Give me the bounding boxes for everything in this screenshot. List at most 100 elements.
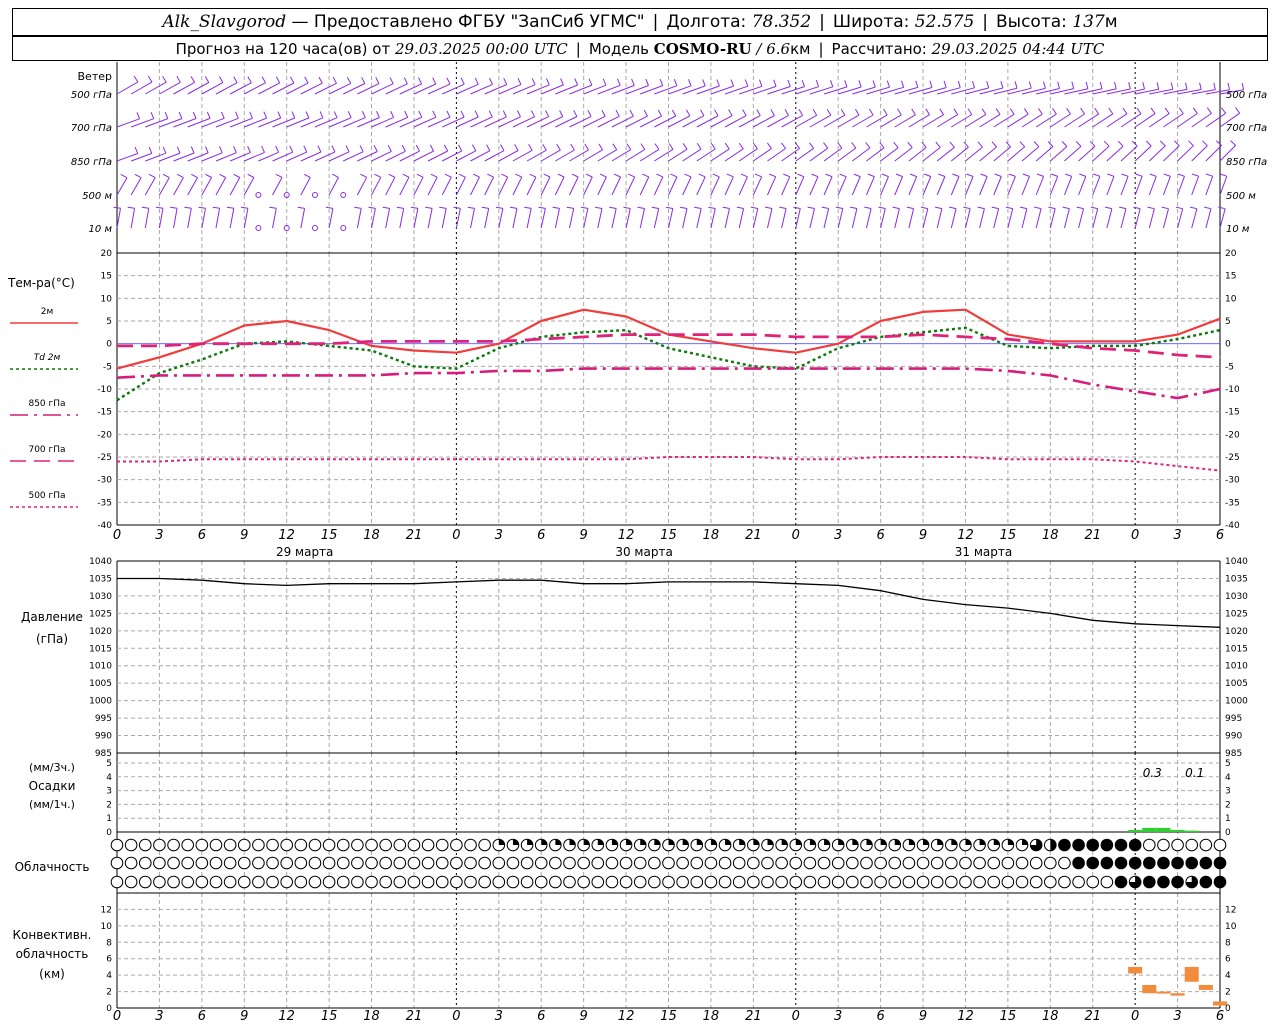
- cloud-circle: [520, 856, 534, 870]
- cloud-circle: [506, 875, 520, 889]
- wind-barb: [1021, 208, 1028, 229]
- wind-barb-feather: [673, 79, 678, 86]
- wind-barb: [1191, 176, 1200, 196]
- precip-label: 0.1: [1185, 766, 1204, 780]
- wind-barb-feather: [1161, 206, 1169, 210]
- time-tick-bottom: 9: [580, 1009, 588, 1024]
- wind-barb-feather: [277, 111, 282, 119]
- wind-barb: [554, 208, 560, 229]
- wind-barb: [795, 176, 805, 196]
- cloud-circle: [181, 838, 195, 852]
- wind-barb-feather: [389, 77, 394, 84]
- cloud-circle: [1171, 856, 1184, 870]
- wind-barb-feather: [396, 206, 404, 209]
- wind-barb: [1205, 208, 1212, 229]
- cloud-circle: [195, 856, 209, 870]
- wind-barb-feather: [680, 206, 688, 209]
- wind-barb-feather: [756, 109, 761, 116]
- cloud-circle: [237, 838, 251, 852]
- wind-barb-feather: [714, 109, 719, 117]
- wind-barb-feather: [938, 173, 946, 177]
- cloud-circle: [450, 838, 463, 852]
- wind-barb-feather: [155, 206, 164, 209]
- wind-barb: [753, 148, 772, 162]
- wind-barb: [484, 208, 490, 229]
- precip-bar: [1184, 830, 1199, 832]
- wind-barb-feather: [780, 142, 787, 149]
- wind-barb-feather: [588, 78, 593, 86]
- time-tick-bottom: 9: [919, 1009, 927, 1024]
- wind-barb-feather: [439, 206, 447, 209]
- wind-barb-feather: [388, 173, 396, 178]
- wind-barb-feather: [557, 173, 565, 178]
- wind-barb-feather: [702, 79, 706, 87]
- wind-barb-feather: [134, 173, 142, 179]
- wind-barb: [738, 176, 748, 196]
- wind-barb: [229, 117, 253, 128]
- precipitation-panel: [1128, 827, 1199, 832]
- wind-barb-feather: [728, 109, 733, 116]
- wind-barb-feather: [148, 146, 153, 154]
- wind-barb-feather: [665, 206, 673, 209]
- wind-barb: [441, 208, 447, 229]
- cloud-circle: [506, 856, 520, 870]
- conv-title-1: Конвективн.: [13, 928, 92, 942]
- wind-barb: [1163, 145, 1180, 162]
- wind-barb-feather: [671, 109, 677, 117]
- wind-barb-feather: [994, 173, 1002, 177]
- conv-ytick-left: 2: [106, 988, 112, 998]
- cloud-circle: [1157, 838, 1170, 852]
- wind-barb-feather: [645, 78, 649, 86]
- wind-barb-feather: [811, 173, 819, 178]
- cloud-circle: [492, 856, 506, 870]
- temp-ytick-right: -30: [1225, 476, 1240, 486]
- wind-barb: [865, 208, 872, 229]
- wind-barb: [130, 118, 154, 128]
- time-tick: 6: [198, 528, 206, 543]
- wind-barb-feather: [1117, 140, 1124, 147]
- time-tick: 21: [1084, 528, 1101, 543]
- precip-title: Осадки: [29, 779, 76, 793]
- wind-barb-feather: [797, 173, 805, 178]
- wind-barb-feather: [1227, 82, 1230, 90]
- wind-barb-feather: [1108, 107, 1114, 115]
- cloud-circle: [124, 838, 138, 852]
- wind-barb-feather: [1103, 140, 1110, 147]
- wind-barb-feather: [517, 77, 522, 85]
- wind-barb: [837, 147, 857, 162]
- conv-ytick-left: 6: [106, 955, 112, 965]
- cloud-circle: [308, 875, 322, 889]
- wind-barb-feather: [247, 173, 255, 178]
- cloud-circle: [322, 856, 336, 870]
- wind-barb-feather: [361, 110, 366, 118]
- cloud-circle: [1114, 875, 1128, 889]
- wind-barb: [1148, 176, 1157, 196]
- wind-barb-feather: [809, 142, 815, 149]
- wind-barb-feather: [925, 108, 930, 115]
- cloud-fill: [583, 839, 590, 845]
- wind-barb-feather: [851, 142, 857, 149]
- time-tick-bottom: 3: [495, 1009, 503, 1024]
- cloud-circle: [959, 875, 972, 889]
- wind-barb: [243, 177, 255, 196]
- cloud-circle: [1199, 856, 1213, 870]
- cloud-circle: [351, 856, 364, 870]
- wind-barb: [823, 147, 843, 162]
- cloud-fill: [781, 839, 788, 845]
- wind-barb-feather: [881, 173, 889, 178]
- wind-barb: [1134, 176, 1143, 196]
- wind-barb-feather: [1178, 107, 1184, 114]
- temp-ytick-right: 0: [1225, 340, 1231, 350]
- precip-ytick-left: 1: [106, 814, 112, 824]
- cloud-circle: [775, 875, 788, 889]
- wind-barb: [597, 176, 607, 196]
- cloud-circle: [167, 838, 180, 852]
- time-tick-bottom: 0: [792, 1009, 800, 1024]
- cloud-circle: [549, 875, 562, 889]
- wind-barb-feather: [934, 206, 943, 210]
- wind-barb-feather: [147, 75, 153, 83]
- time-tick: 9: [919, 528, 927, 543]
- wind-barb: [851, 176, 861, 196]
- cloud-circle: [195, 838, 209, 852]
- wind-barb-feather: [783, 173, 790, 178]
